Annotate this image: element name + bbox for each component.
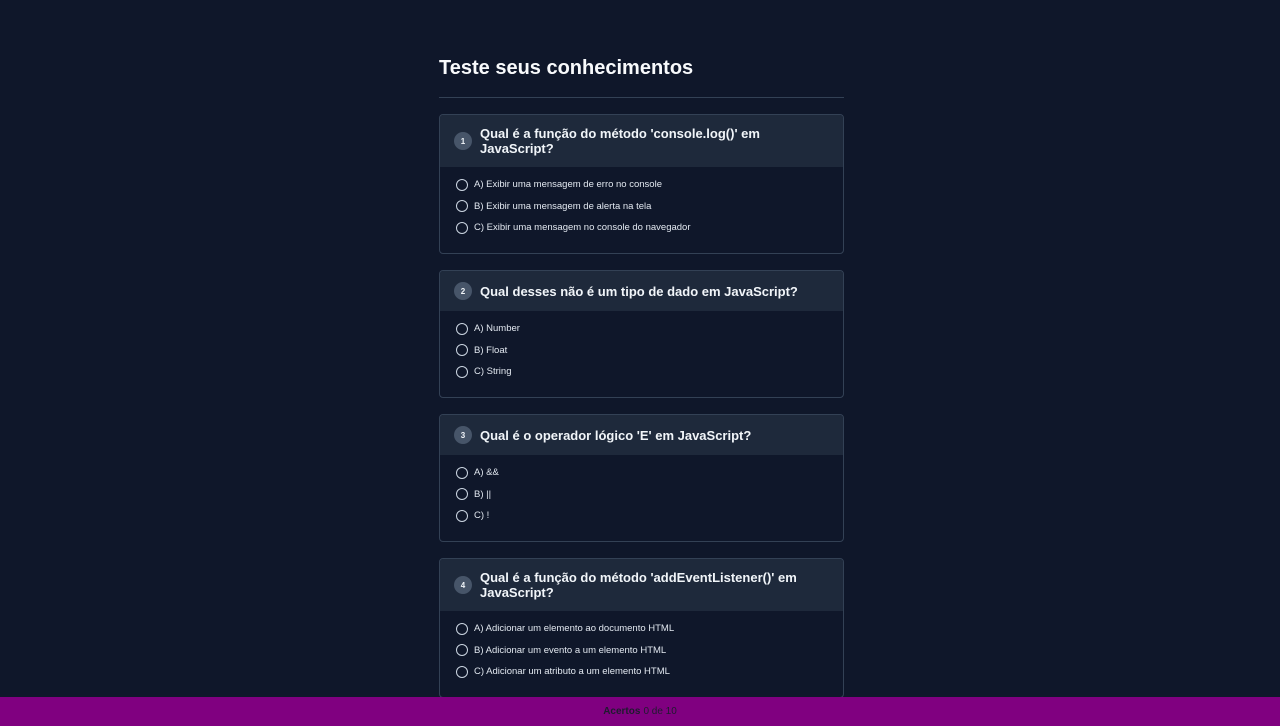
question-header: 1 Qual é a função do método 'console.log… xyxy=(440,115,843,167)
radio-button[interactable] xyxy=(456,466,468,479)
option-label: C) Adicionar um atributo a um elemento H… xyxy=(474,666,670,678)
question-card-1: 1 Qual é a função do método 'console.log… xyxy=(439,114,844,254)
option-b[interactable]: B) Exibir uma mensagem de alerta na tela xyxy=(456,196,827,218)
question-number-badge: 2 xyxy=(454,282,472,300)
question-card-2: 2 Qual desses não é um tipo de dado em J… xyxy=(439,270,844,398)
option-label: B) Float xyxy=(474,344,508,356)
question-number-badge: 1 xyxy=(454,132,472,150)
option-label: A) Adicionar um elemento ao documento HT… xyxy=(474,623,675,635)
option-label: C) Exibir uma mensagem no console do nav… xyxy=(474,222,691,234)
option-label: A) Number xyxy=(474,323,520,335)
radio-button[interactable] xyxy=(456,221,468,234)
question-number-badge: 3 xyxy=(454,426,472,444)
radio-button[interactable] xyxy=(456,344,468,357)
option-a[interactable]: A) Exibir uma mensagem de erro no consol… xyxy=(456,174,827,196)
option-label: B) Exibir uma mensagem de alerta na tela xyxy=(474,200,652,212)
title-divider xyxy=(439,97,844,98)
question-card-3: 3 Qual é o operador lógico 'E' em JavaSc… xyxy=(439,414,844,542)
option-c[interactable]: C) ! xyxy=(456,505,827,527)
question-text: Qual é o operador lógico 'E' em JavaScri… xyxy=(480,427,752,443)
option-c[interactable]: C) Adicionar um atributo a um elemento H… xyxy=(456,661,827,683)
option-a[interactable]: A) Adicionar um elemento ao documento HT… xyxy=(456,618,827,640)
option-label: A) Exibir uma mensagem de erro no consol… xyxy=(474,179,662,191)
radio-button[interactable] xyxy=(456,622,468,635)
option-b[interactable]: B) || xyxy=(456,484,827,506)
options-list: A) Number B) Float C) String xyxy=(440,311,843,397)
option-label: B) Adicionar um evento a um elemento HTM… xyxy=(474,644,667,656)
question-header: 3 Qual é o operador lógico 'E' em JavaSc… xyxy=(440,415,843,455)
question-text: Qual é a função do método 'console.log()… xyxy=(480,126,760,156)
radio-button[interactable] xyxy=(456,488,468,501)
quiz-page: Teste seus conhecimentos 1 Qual é a funç… xyxy=(0,0,1280,726)
option-c[interactable]: C) String xyxy=(456,361,827,383)
option-label: C) String xyxy=(474,366,512,378)
radio-button[interactable] xyxy=(456,178,468,191)
score-label: Acertos xyxy=(603,706,641,717)
option-label: C) ! xyxy=(474,510,490,522)
radio-button[interactable] xyxy=(456,200,468,213)
radio-button[interactable] xyxy=(456,322,468,335)
question-number-badge: 4 xyxy=(454,576,472,594)
radio-button[interactable] xyxy=(456,509,468,522)
question-header: 4 Qual é a função do método 'addEventLis… xyxy=(440,559,843,611)
radio-button[interactable] xyxy=(456,665,468,678)
radio-button[interactable] xyxy=(456,644,468,657)
option-label: B) || xyxy=(474,488,492,500)
question-card-4: 4 Qual é a função do método 'addEventLis… xyxy=(439,558,844,698)
options-list: A) && B) || C) ! xyxy=(440,455,843,541)
options-list: A) Exibir uma mensagem de erro no consol… xyxy=(440,167,843,253)
page-title: Teste seus conhecimentos xyxy=(439,57,694,79)
option-c[interactable]: C) Exibir uma mensagem no console do nav… xyxy=(456,217,827,239)
question-header: 2 Qual desses não é um tipo de dado em J… xyxy=(440,271,843,311)
option-a[interactable]: A) Number xyxy=(456,318,827,340)
radio-button[interactable] xyxy=(456,365,468,378)
option-b[interactable]: B) Adicionar um evento a um elemento HTM… xyxy=(456,640,827,662)
score-footer: Acertos 0 de 10 xyxy=(0,697,1280,726)
question-text: Qual é a função do método 'addEventListe… xyxy=(480,570,797,600)
option-b[interactable]: B) Float xyxy=(456,340,827,362)
score-value: 0 de 10 xyxy=(643,706,677,717)
options-list: A) Adicionar um elemento ao documento HT… xyxy=(440,611,843,697)
option-label: A) && xyxy=(474,467,499,479)
question-text: Qual desses não é um tipo de dado em Jav… xyxy=(480,283,798,299)
option-a[interactable]: A) && xyxy=(456,462,827,484)
